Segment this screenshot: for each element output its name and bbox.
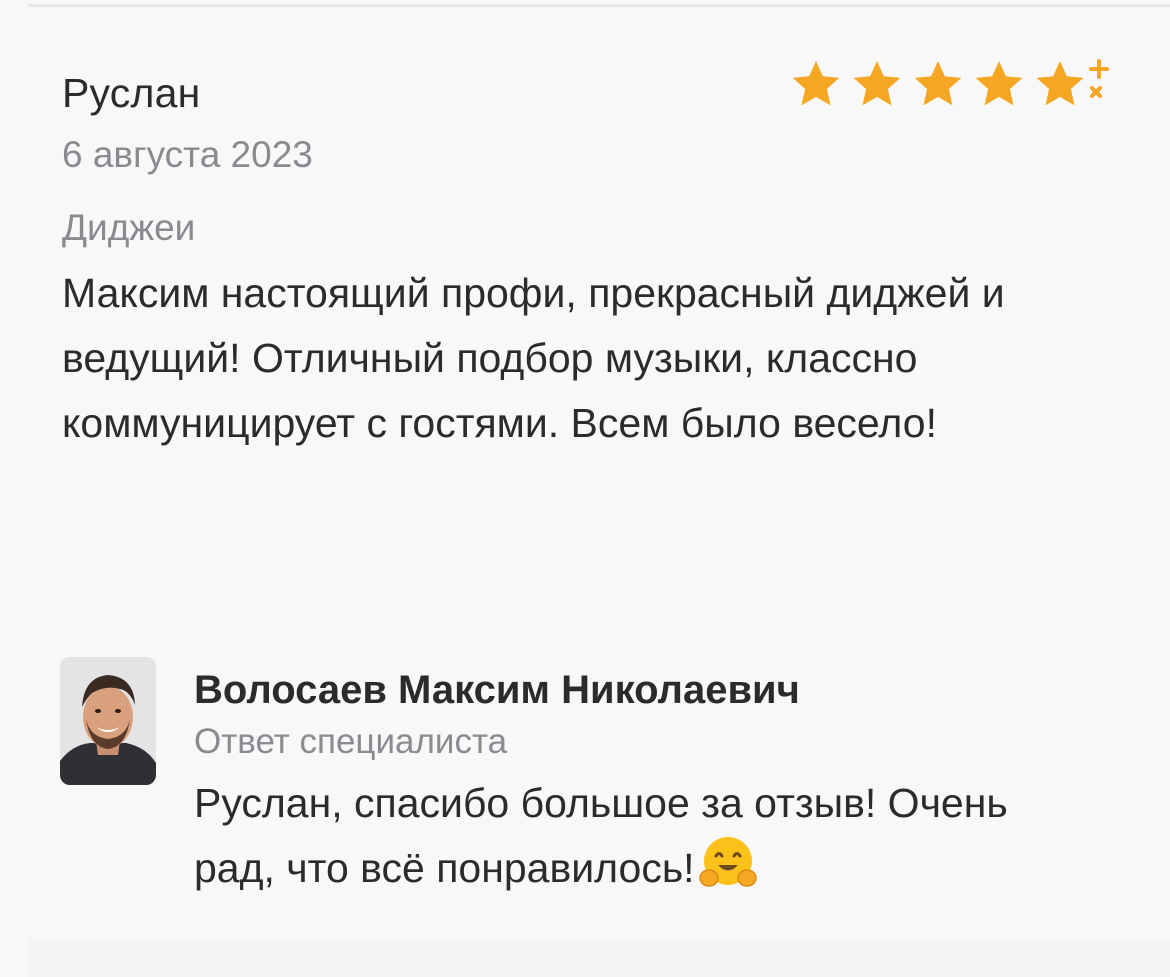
review-text: Максим настоящий профи, прекрасный дидже… [62, 270, 1005, 446]
review-date: 6 августа 2023 [62, 134, 313, 175]
top-divider [28, 4, 1170, 7]
hugging-face-icon [698, 837, 757, 887]
star-icon-3 [914, 61, 962, 106]
reply-text-container: Руслан, спасибо большое за отзыв! Очень … [194, 773, 1094, 899]
sparkle-icon [1089, 59, 1109, 98]
next-card-edge [28, 940, 1170, 977]
reply-text: Руслан, спасибо большое за отзыв! Очень … [194, 780, 1008, 891]
reply-body: Волосаев Максим Николаевич Ответ специал… [194, 657, 1094, 899]
review-card: Руслан 6 августа 2023 Диджеи Максим наст… [62, 64, 1122, 456]
star-icon-1 [792, 61, 840, 106]
rating-stars [792, 55, 1122, 115]
star-icon-2 [853, 61, 901, 106]
star-icon-5 [1036, 61, 1084, 106]
review-category: Диджеи [62, 207, 196, 248]
specialist-role: Ответ специалиста [194, 722, 508, 761]
star-icon-4 [975, 61, 1023, 106]
avatar [60, 657, 156, 785]
specialist-name: Волосаев Максим Николаевич [194, 668, 800, 712]
